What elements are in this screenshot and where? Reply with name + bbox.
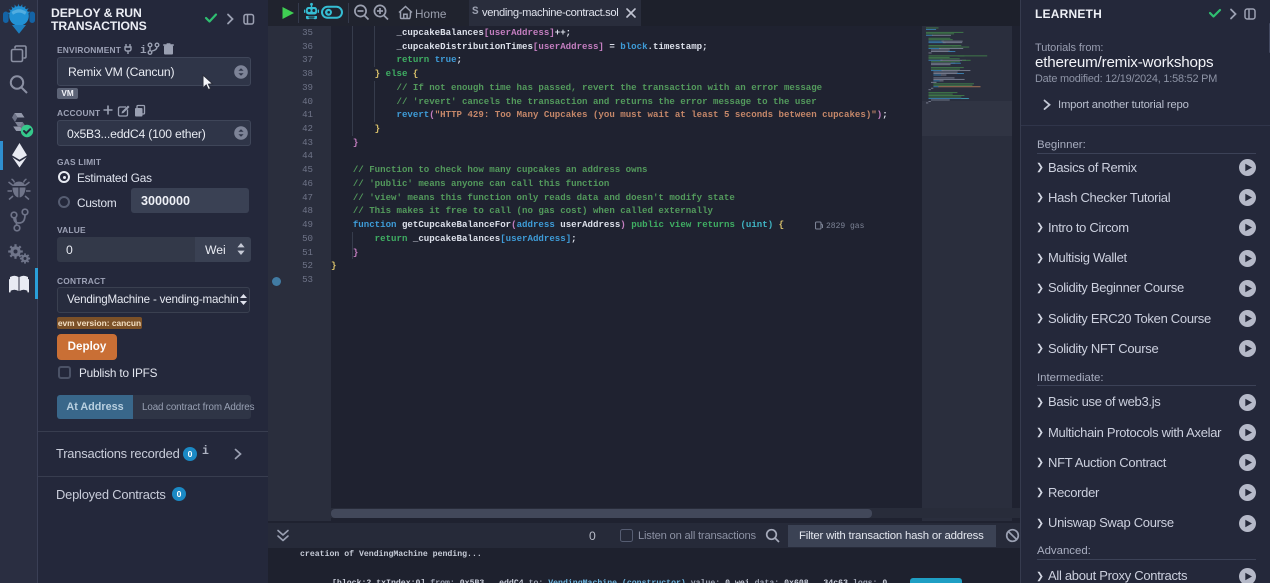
svg-text:i: i [140,45,147,55]
